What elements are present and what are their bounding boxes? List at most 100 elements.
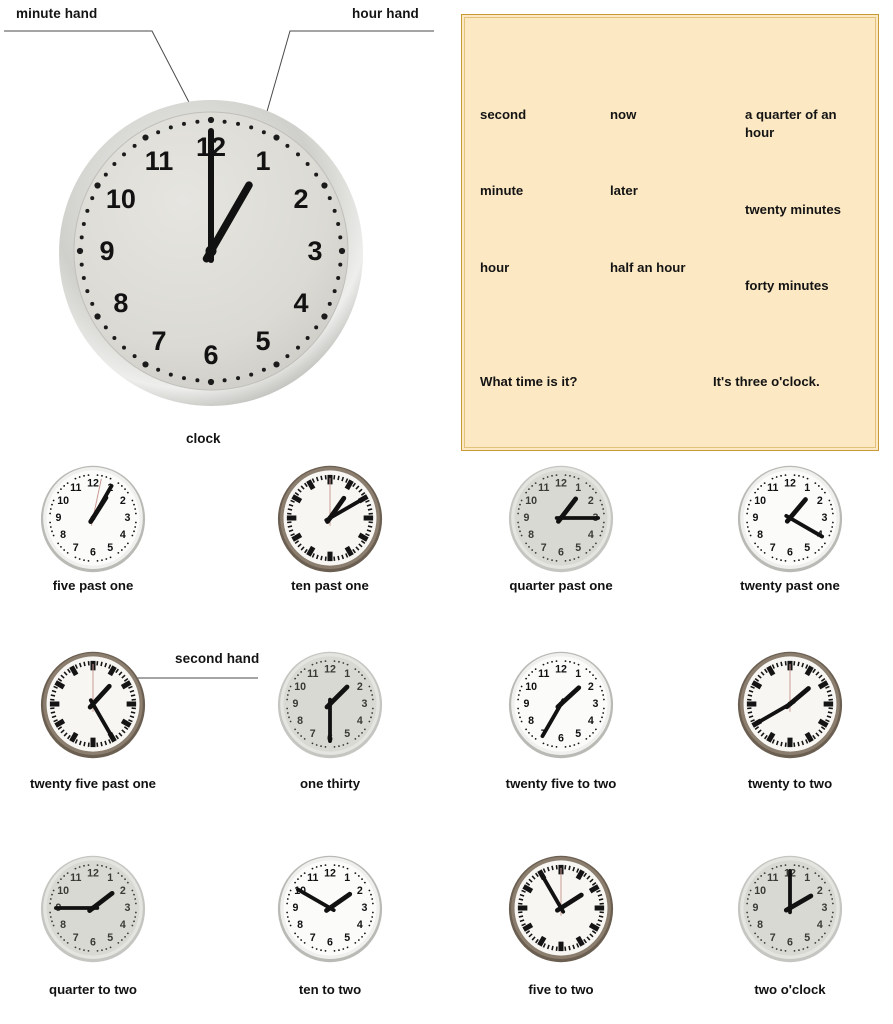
clock-face: 123456789101112 xyxy=(277,651,383,759)
vocabulary-box: second minute hour now later half an hou… xyxy=(461,14,879,451)
svg-text:8: 8 xyxy=(60,529,66,541)
clock-two-o-clock: 123456789101112 xyxy=(734,852,846,964)
clock-face xyxy=(277,465,383,573)
svg-text:9: 9 xyxy=(753,512,759,524)
clock-one-thirty: 123456789101112 xyxy=(274,648,386,760)
clock-face xyxy=(508,855,614,963)
clock-caption: twenty to two xyxy=(747,776,833,791)
svg-text:12: 12 xyxy=(555,664,567,676)
clock-caption: five past one xyxy=(52,578,134,593)
svg-text:5: 5 xyxy=(575,542,581,554)
svg-text:6: 6 xyxy=(787,936,793,948)
svg-text:4: 4 xyxy=(357,715,363,727)
svg-text:6: 6 xyxy=(90,936,96,948)
vocab-half-an-hour: half an hour xyxy=(610,260,686,275)
clock-five-past-one: 123456789101112 xyxy=(37,462,149,574)
clock-caption: twenty past one xyxy=(740,578,840,593)
svg-text:4: 4 xyxy=(588,529,594,541)
svg-text:5: 5 xyxy=(575,728,581,740)
svg-text:4: 4 xyxy=(817,919,823,931)
svg-text:4: 4 xyxy=(294,288,309,318)
svg-text:12: 12 xyxy=(324,868,336,880)
svg-text:9: 9 xyxy=(524,512,530,524)
clock-face: 123456789101112 xyxy=(40,855,146,963)
clock-caption: quarter to two xyxy=(49,982,137,997)
vocab-answer: It's three o'clock. xyxy=(713,374,820,389)
svg-text:5: 5 xyxy=(804,932,810,944)
svg-text:9: 9 xyxy=(56,512,62,524)
clock-caption: twenty five past one xyxy=(29,776,157,791)
svg-text:11: 11 xyxy=(538,668,549,680)
svg-text:3: 3 xyxy=(307,236,322,266)
svg-text:8: 8 xyxy=(113,288,128,318)
svg-text:1: 1 xyxy=(575,482,581,494)
svg-text:6: 6 xyxy=(327,936,333,948)
svg-text:8: 8 xyxy=(297,715,303,727)
clock-five-to-two xyxy=(505,852,617,964)
svg-text:7: 7 xyxy=(541,542,547,554)
svg-text:6: 6 xyxy=(558,546,564,558)
svg-text:7: 7 xyxy=(73,932,79,944)
clock-caption: one thirty xyxy=(299,776,361,791)
vocab-forty-minutes: forty minutes xyxy=(745,278,829,293)
svg-text:11: 11 xyxy=(70,482,81,494)
clock-quarter-past-one: 123456789101112 xyxy=(505,462,617,574)
clock-face: 123456789101112 xyxy=(508,651,614,759)
clock-face xyxy=(737,651,843,759)
clock-caption: ten past one xyxy=(291,578,369,593)
vocab-hour: hour xyxy=(480,260,510,275)
vocab-minute: minute xyxy=(480,183,524,198)
svg-text:3: 3 xyxy=(593,698,599,710)
svg-text:10: 10 xyxy=(57,885,69,897)
svg-text:1: 1 xyxy=(575,668,581,680)
svg-text:6: 6 xyxy=(203,340,218,370)
svg-text:4: 4 xyxy=(588,715,594,727)
vocab-later: later xyxy=(610,183,638,198)
svg-text:5: 5 xyxy=(344,932,350,944)
svg-text:2: 2 xyxy=(357,681,363,693)
svg-text:2: 2 xyxy=(120,885,126,897)
clock-caption: twenty five to two xyxy=(505,776,617,791)
svg-text:6: 6 xyxy=(787,546,793,558)
svg-text:12: 12 xyxy=(324,664,336,676)
clock-face: 123456789101112 xyxy=(277,855,383,963)
svg-text:1: 1 xyxy=(804,482,810,494)
svg-text:8: 8 xyxy=(60,919,66,931)
main-clock: 123456789101112 xyxy=(56,92,366,410)
svg-text:4: 4 xyxy=(120,529,126,541)
clock-quarter-to-two: 123456789101112 xyxy=(37,852,149,964)
clock-caption: five to two xyxy=(528,982,594,997)
svg-text:7: 7 xyxy=(310,932,316,944)
clock-face: 123456789101112 xyxy=(40,465,146,573)
svg-text:7: 7 xyxy=(770,932,776,944)
svg-text:11: 11 xyxy=(767,872,778,884)
clock-twenty-five-to-two: 123456789101112 xyxy=(505,648,617,760)
svg-text:1: 1 xyxy=(344,872,350,884)
clock-caption: quarter past one xyxy=(509,578,613,593)
svg-text:11: 11 xyxy=(307,668,318,680)
svg-text:6: 6 xyxy=(558,732,564,744)
svg-text:3: 3 xyxy=(362,698,368,710)
svg-text:10: 10 xyxy=(57,495,69,507)
clock-ten-past-one xyxy=(274,462,386,574)
clock-face: 123456789101112 xyxy=(737,465,843,573)
svg-text:7: 7 xyxy=(151,326,166,356)
svg-text:9: 9 xyxy=(293,902,299,914)
svg-text:9: 9 xyxy=(293,698,299,710)
svg-text:11: 11 xyxy=(767,482,778,494)
svg-text:11: 11 xyxy=(307,872,318,884)
svg-text:1: 1 xyxy=(107,872,113,884)
svg-text:5: 5 xyxy=(255,326,270,356)
svg-text:10: 10 xyxy=(754,495,766,507)
vocab-quarter-of-an-hour: a quarter of an hour xyxy=(745,107,837,141)
svg-text:10: 10 xyxy=(106,184,136,214)
svg-text:2: 2 xyxy=(588,681,594,693)
svg-text:5: 5 xyxy=(107,932,113,944)
svg-text:9: 9 xyxy=(753,902,759,914)
clock-caption: ten to two xyxy=(298,982,362,997)
svg-text:12: 12 xyxy=(87,868,99,880)
svg-text:8: 8 xyxy=(528,529,534,541)
svg-text:9: 9 xyxy=(524,698,530,710)
svg-text:7: 7 xyxy=(770,542,776,554)
svg-text:2: 2 xyxy=(357,885,363,897)
